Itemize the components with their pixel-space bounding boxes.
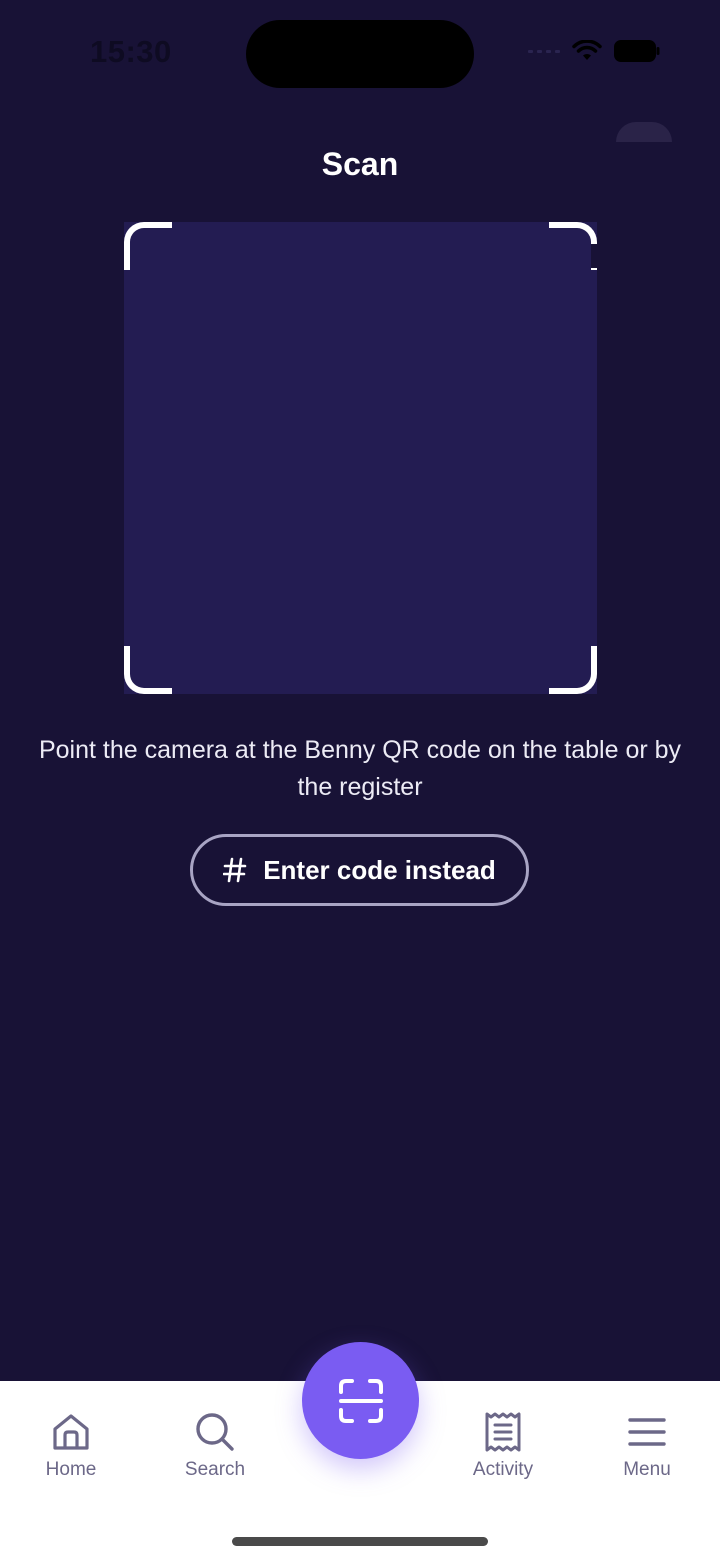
page-title: Scan	[321, 146, 399, 182]
home-indicator	[232, 1537, 488, 1546]
enter-code-button[interactable]: Enter code instead	[190, 834, 529, 906]
wifi-icon	[572, 40, 602, 60]
cellular-signal-icon	[528, 49, 560, 53]
search-icon	[196, 1413, 234, 1451]
viewfinder-corner-top-right	[549, 222, 597, 270]
enter-code-label: Enter code instead	[263, 854, 496, 885]
scan-button[interactable]	[302, 1342, 419, 1459]
nav-item-home[interactable]: Home	[11, 1411, 131, 1481]
nav-label-menu: Menu	[623, 1459, 671, 1480]
viewfinder-corner-bottom-right	[549, 646, 597, 694]
dynamic-island	[246, 20, 474, 88]
scan-instructions: Point the camera at the Benny QR code on…	[38, 736, 682, 801]
receipt-icon	[485, 1412, 521, 1452]
nav-label-home: Home	[45, 1459, 97, 1480]
viewfinder-corner-bottom-left	[124, 646, 172, 694]
nav-item-search[interactable]: Search	[155, 1411, 275, 1481]
hamburger-icon	[628, 1418, 666, 1446]
nav-label-search: Search	[184, 1459, 246, 1480]
battery-icon	[614, 40, 660, 62]
camera-viewfinder	[124, 222, 601, 694]
nav-label-activity: Activity	[472, 1459, 534, 1480]
scan-icon	[338, 1378, 383, 1423]
viewfinder-corner-top-left	[124, 222, 172, 270]
avatar[interactable]	[616, 122, 672, 142]
nav-item-menu[interactable]: Menu	[587, 1411, 707, 1481]
hash-icon	[223, 857, 247, 883]
scan-screen: 15:30 Scan Point the camera at the Benny…	[0, 0, 720, 1561]
status-icons	[528, 40, 660, 62]
nav-item-activity[interactable]: Activity	[443, 1411, 563, 1481]
status-time: 15:30	[90, 34, 172, 69]
home-icon	[53, 1414, 89, 1450]
